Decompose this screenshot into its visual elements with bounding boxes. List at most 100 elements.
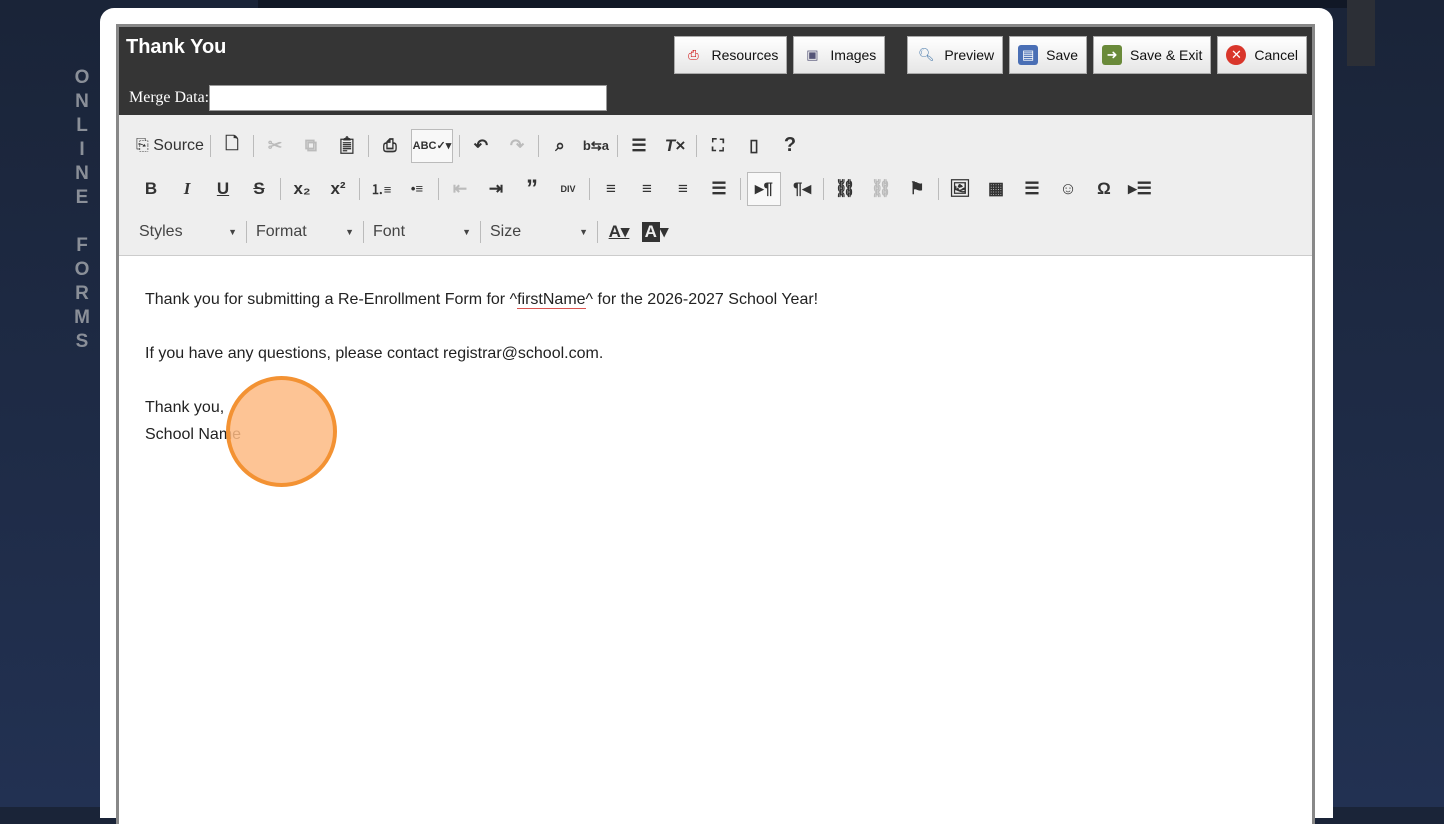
- brand-letter: E: [75, 187, 89, 208]
- editor-header: Thank You Merge Data: ⎙ Resources ▣ Images…: [119, 27, 1312, 115]
- find-icon[interactable]: ⌕: [545, 131, 575, 161]
- strikethrough-icon[interactable]: S: [244, 174, 274, 204]
- background-color-icon[interactable]: A ▾: [640, 217, 670, 247]
- editor-toolbar: ⎘ Source 🗋 ✂ ⧉ 📋︎ ⎙ ABC✓▾ ↶ ↷ ⌕ b⇆a ☰ T×…: [119, 115, 1312, 256]
- images-icon: ▣: [806, 47, 819, 62]
- ltr-icon[interactable]: ▸¶: [747, 171, 781, 206]
- div-container-icon[interactable]: DIV: [553, 174, 583, 204]
- brand-letter: M: [74, 307, 90, 328]
- pdf-icon: ⎙: [688, 47, 699, 62]
- align-center-icon[interactable]: ≡: [632, 174, 662, 204]
- anchor-flag-icon[interactable]: ⚑: [902, 174, 932, 204]
- brand-letter: L: [76, 115, 88, 136]
- paste-icon[interactable]: 📋︎: [332, 131, 362, 161]
- brand-letter: N: [75, 163, 89, 184]
- link-icon[interactable]: ⛓: [830, 174, 860, 204]
- subscript-icon[interactable]: x₂: [287, 174, 317, 204]
- table-icon[interactable]: ▦: [981, 174, 1011, 204]
- numbered-list-icon[interactable]: ⒈≡: [366, 174, 396, 204]
- brand-letter: N: [75, 91, 89, 112]
- online-forms-brand: ONLINEFORMS: [72, 66, 92, 354]
- source-icon: ⎘: [136, 136, 154, 154]
- chevron-down-icon: ▼: [579, 226, 588, 237]
- source-button[interactable]: ⎘ Source: [136, 131, 204, 161]
- chevron-down-icon: ▼: [462, 226, 471, 237]
- remove-format-icon[interactable]: T×: [660, 131, 690, 161]
- image-icon[interactable]: 🖼︎: [945, 174, 975, 204]
- chevron-down-icon: ▼: [345, 226, 354, 237]
- resources-button[interactable]: ⎙ Resources: [674, 36, 788, 74]
- merge-data: Merge Data:: [129, 85, 608, 111]
- align-right-icon[interactable]: ≡: [668, 174, 698, 204]
- content-paragraph: Thank you for submitting a Re-Enrollment…: [145, 286, 1312, 313]
- blockquote-icon[interactable]: ”: [517, 174, 547, 204]
- underline-icon[interactable]: U: [208, 174, 238, 204]
- brand-space: [72, 210, 92, 234]
- click-indicator: [226, 376, 337, 487]
- text: ^ for the 2026-2027 School Year!: [585, 291, 819, 308]
- bold-icon[interactable]: B: [136, 174, 166, 204]
- print-icon[interactable]: ⎙: [375, 131, 405, 161]
- special-char-icon[interactable]: Ω: [1089, 174, 1119, 204]
- indent-icon[interactable]: ⇥: [481, 174, 511, 204]
- magnifier-icon: 🔍︎: [918, 47, 935, 62]
- outdent-icon[interactable]: ⇤: [445, 174, 475, 204]
- brand-letter: O: [74, 259, 90, 280]
- merge-data-label: Merge Data:: [129, 89, 210, 106]
- font-label: Font: [373, 222, 406, 240]
- brand-letter: S: [75, 331, 89, 352]
- italic-icon[interactable]: I: [172, 174, 202, 204]
- superscript-icon[interactable]: x²: [323, 174, 353, 204]
- align-left-icon[interactable]: ≡: [596, 174, 626, 204]
- select-all-icon[interactable]: ☰: [624, 131, 654, 161]
- rtl-icon[interactable]: ¶◂: [787, 174, 817, 204]
- page-break-icon[interactable]: ▸☰: [1125, 174, 1155, 204]
- redo-icon[interactable]: ↷: [502, 131, 532, 161]
- smiley-icon[interactable]: ☺: [1053, 174, 1083, 204]
- justify-icon[interactable]: ☰: [704, 174, 734, 204]
- floppy-icon: ▤: [1018, 45, 1039, 65]
- undo-icon[interactable]: ↶: [466, 131, 496, 161]
- styles-dropdown[interactable]: Styles ▼: [133, 217, 243, 247]
- brand-letter: I: [79, 139, 85, 160]
- size-label: Size: [490, 222, 522, 240]
- show-blocks-icon[interactable]: ▯: [739, 131, 769, 161]
- bulleted-list-icon[interactable]: •≡: [402, 174, 432, 204]
- font-dropdown[interactable]: Font ▼: [367, 217, 477, 247]
- cancel-icon: ✕: [1226, 45, 1247, 65]
- button-label: Preview: [944, 47, 995, 63]
- size-dropdown[interactable]: Size ▼: [484, 217, 594, 247]
- format-dropdown[interactable]: Format ▼: [250, 217, 360, 247]
- preview-button[interactable]: 🔍︎ Preview: [907, 36, 1004, 74]
- background-panel: [1347, 0, 1375, 66]
- help-icon[interactable]: ?: [775, 131, 805, 161]
- new-page-icon[interactable]: 🗋: [217, 131, 247, 161]
- text-color-icon[interactable]: A▾: [604, 217, 634, 247]
- merge-field: firstName: [517, 291, 586, 309]
- brand-letter: F: [76, 235, 88, 256]
- styles-label: Styles: [139, 222, 183, 240]
- replace-icon[interactable]: b⇆a: [581, 131, 611, 161]
- horizontal-rule-icon[interactable]: ☰: [1017, 174, 1047, 204]
- button-label: Images: [830, 47, 877, 63]
- button-label: Save: [1046, 47, 1079, 63]
- images-button[interactable]: ▣ Images: [793, 36, 886, 74]
- copy-icon[interactable]: ⧉: [296, 131, 326, 161]
- merge-data-input[interactable]: [209, 85, 608, 111]
- content-paragraph: If you have any questions, please contac…: [145, 345, 604, 362]
- unlink-icon[interactable]: ⛓: [866, 174, 896, 204]
- cancel-button[interactable]: ✕ Cancel: [1217, 36, 1307, 74]
- maximize-icon[interactable]: ⛶: [703, 131, 733, 161]
- format-label: Format: [256, 222, 307, 240]
- background-strip: [258, 0, 1358, 8]
- save-button[interactable]: ▤ Save: [1009, 36, 1088, 74]
- save-exit-button[interactable]: ➜ Save & Exit: [1093, 36, 1212, 74]
- spellcheck-icon[interactable]: ABC✓▾: [410, 128, 453, 163]
- button-label: Cancel: [1254, 47, 1298, 63]
- source-label: Source: [153, 136, 204, 154]
- brand-letter: O: [74, 67, 90, 88]
- button-label: Resources: [711, 47, 779, 63]
- cut-icon[interactable]: ✂: [260, 131, 290, 161]
- save-exit-icon: ➜: [1102, 45, 1123, 65]
- dialog-title: Thank You: [126, 36, 227, 58]
